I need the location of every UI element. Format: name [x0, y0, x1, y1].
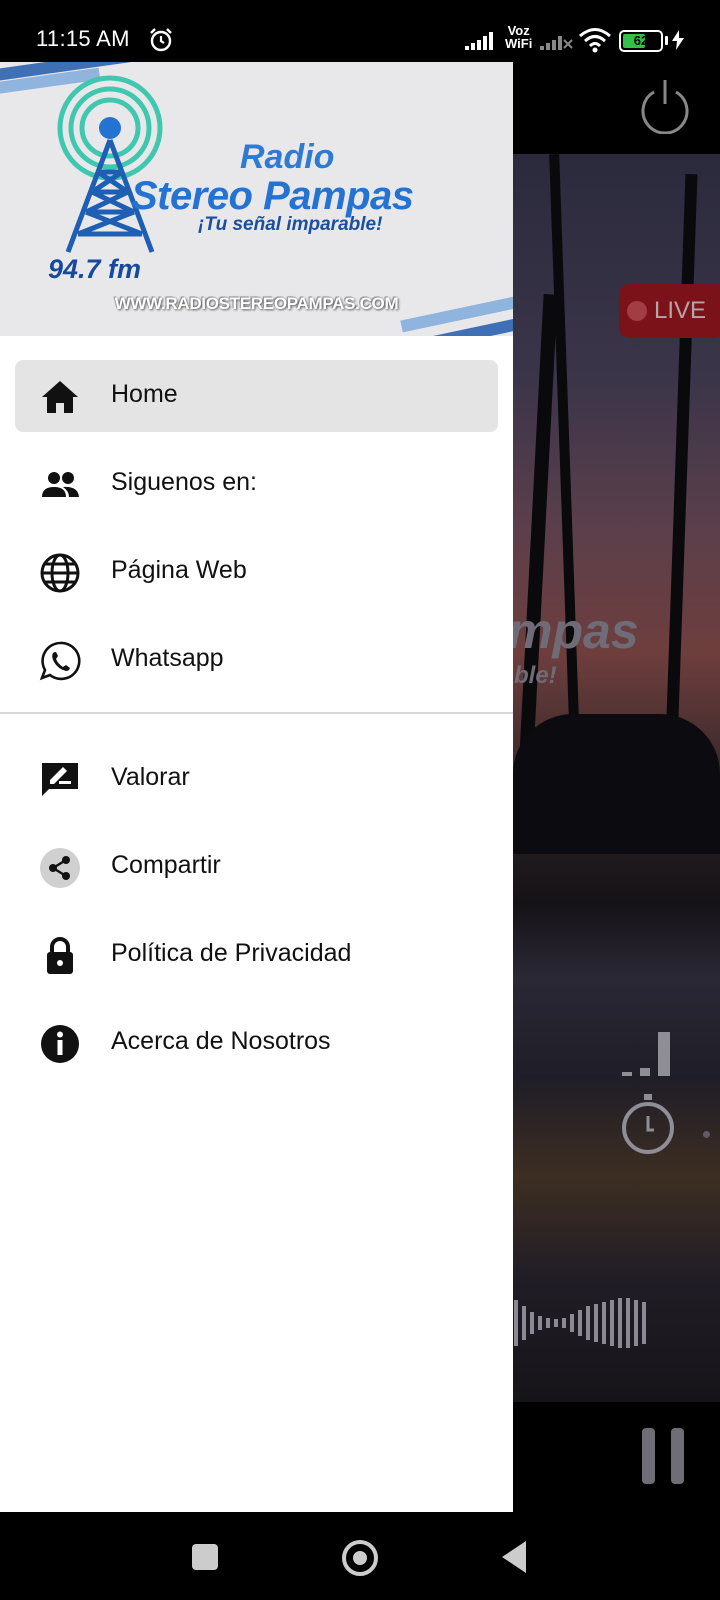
- cell-signal-icon: [465, 32, 493, 50]
- menu-item-label: Política de Privacidad: [111, 939, 352, 967]
- brand-url: WWW.RADIOSTEREOPAMPAS.COM: [114, 294, 399, 313]
- menu-item-label: Compartir: [111, 851, 221, 879]
- whatsapp-icon: [39, 641, 81, 681]
- home-button-dot: [353, 1551, 367, 1565]
- menu-item-label: Home: [111, 380, 178, 408]
- live-dot: [627, 301, 647, 321]
- dot-indicator: [703, 1131, 710, 1138]
- brand-radio: Radio: [240, 138, 335, 176]
- menu-item-home[interactable]: Home: [15, 360, 498, 432]
- drawer-header: Radio Stereo Pampas ¡Tu señal imparable!…: [0, 62, 513, 336]
- menu-item-privacy-policy[interactable]: Política de Privacidad: [15, 919, 498, 991]
- volume-bars-icon[interactable]: [620, 1032, 676, 1080]
- people-icon: [42, 472, 79, 497]
- menu-item-label: Página Web: [111, 556, 247, 584]
- navigation-drawer: Radio Stereo Pampas ¡Tu señal imparable!…: [0, 62, 513, 1512]
- recents-button[interactable]: [192, 1544, 218, 1570]
- pause-icon[interactable]: [642, 1428, 686, 1484]
- charging-icon: [672, 30, 684, 50]
- info-icon: [41, 1025, 79, 1063]
- menu-item-about-us[interactable]: Acerca de Nosotros: [15, 1007, 498, 1079]
- menu-item-label: Siguenos en:: [111, 468, 257, 496]
- live-badge: LIVE: [619, 284, 720, 338]
- brand-name: Stereo Pampas: [131, 174, 414, 218]
- globe-icon: [40, 553, 80, 593]
- audio-visualizer: [514, 1298, 646, 1348]
- brand-slogan: ¡Tu señal imparable!: [198, 214, 383, 235]
- rate-review-icon: [42, 763, 78, 796]
- wifi-icon: [579, 28, 611, 53]
- menu-item-follow-us[interactable]: Siguenos en:: [15, 448, 498, 520]
- menu-divider: [0, 712, 513, 714]
- system-nav-bar: [0, 1512, 720, 1600]
- status-bar: 11:15 AM Voz WiFi 62: [0, 0, 720, 62]
- menu-item-website[interactable]: Página Web: [15, 536, 498, 608]
- battery-percent: 62: [633, 33, 649, 48]
- battery-icon: 62: [619, 30, 663, 52]
- status-time: 11:15 AM: [36, 26, 130, 51]
- menu-item-whatsapp[interactable]: Whatsapp: [15, 624, 498, 696]
- bg-logo-sub: ble!: [514, 662, 557, 689]
- share-icon: [40, 848, 80, 888]
- lock-icon: [47, 937, 73, 974]
- radio-tower-logo: [57, 75, 163, 253]
- battery-tip: [665, 36, 668, 45]
- cell-signal-2-icon: [540, 36, 573, 50]
- brand-frequency: 94.7 fm: [48, 254, 142, 284]
- back-button[interactable]: [502, 1541, 526, 1573]
- power-icon[interactable]: [638, 78, 692, 134]
- alarm-icon: [150, 28, 172, 52]
- menu-item-share[interactable]: Compartir: [15, 831, 498, 903]
- home-icon: [42, 381, 78, 413]
- menu-item-label: Whatsapp: [111, 644, 224, 672]
- menu-item-label: Valorar: [111, 763, 190, 791]
- menu-item-label: Acerca de Nosotros: [111, 1027, 331, 1055]
- menu-item-rate[interactable]: Valorar: [15, 743, 498, 815]
- voz-wifi-indicator: Voz WiFi: [505, 23, 533, 51]
- sleep-timer-icon[interactable]: [618, 1092, 678, 1156]
- home-button[interactable]: [342, 1540, 378, 1576]
- bg-logo-text: mpas: [508, 603, 639, 659]
